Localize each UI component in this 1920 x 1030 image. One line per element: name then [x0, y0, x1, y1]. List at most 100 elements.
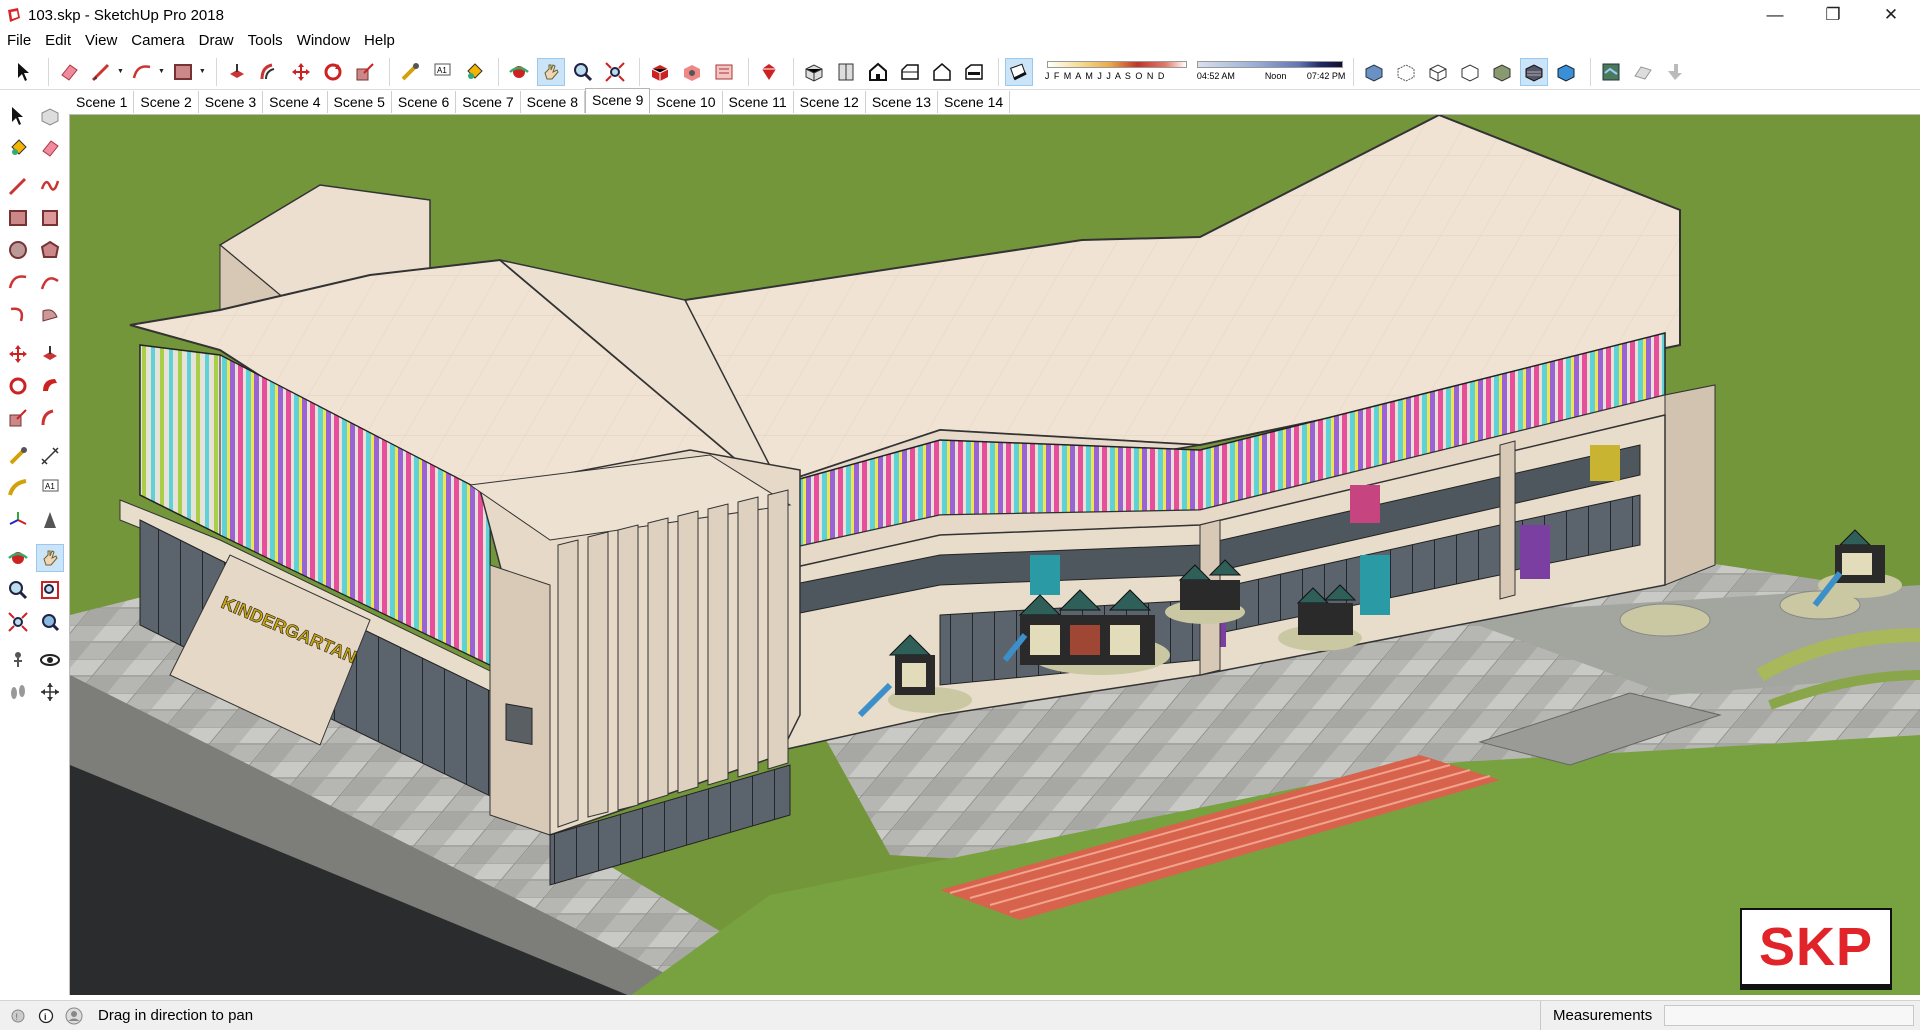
text-tool-icon[interactable]: A1 [36, 474, 64, 502]
left-view-icon[interactable] [960, 58, 988, 86]
arc-tool-icon[interactable] [4, 268, 32, 296]
shadow-date-bar[interactable] [1046, 60, 1187, 68]
zoom-extents-tool-icon[interactable] [4, 608, 32, 636]
paint-bucket-tool-icon[interactable] [4, 134, 32, 162]
shaded-with-textures-style-icon[interactable] [1519, 57, 1548, 86]
menu-view[interactable]: View [78, 30, 124, 52]
top-view-icon[interactable] [832, 58, 860, 86]
photo-textures-icon[interactable] [1661, 58, 1689, 86]
toggle-terrain-icon[interactable] [1629, 58, 1657, 86]
rectangle-tool-icon[interactable] [169, 58, 197, 86]
previous-view-icon[interactable] [36, 608, 64, 636]
tape-measure-tool-icon[interactable] [396, 58, 424, 86]
scale-tool-icon[interactable] [351, 58, 379, 86]
wireframe-style-icon[interactable] [1424, 58, 1452, 86]
scene-tab-12[interactable]: Scene 12 [794, 91, 866, 113]
pan-tool-icon[interactable] [536, 57, 565, 86]
chevron-down-icon[interactable]: ▼ [158, 68, 165, 75]
tape-measure-tool-icon[interactable] [4, 442, 32, 470]
menu-draw[interactable]: Draw [192, 30, 241, 52]
minimize-button[interactable]: — [1746, 0, 1804, 30]
chevron-down-icon[interactable]: ▼ [199, 68, 206, 75]
zoom-window-tool-icon[interactable] [36, 576, 64, 604]
hidden-line-style-icon[interactable] [1456, 58, 1484, 86]
menu-window[interactable]: Window [290, 30, 357, 52]
add-location-icon[interactable] [1597, 58, 1625, 86]
scene-tab-13[interactable]: Scene 13 [866, 91, 939, 113]
back-edges-style-icon[interactable] [1392, 58, 1420, 86]
look-around-icon[interactable] [36, 646, 64, 674]
line-tool-icon[interactable] [4, 172, 32, 200]
pie-tool-icon[interactable] [36, 300, 64, 328]
orbit-tool-icon[interactable] [505, 58, 533, 86]
user-account-icon[interactable] [64, 1006, 84, 1026]
3d-text-tool-icon[interactable] [36, 506, 64, 534]
drawing-viewport[interactable]: KINDERGARTAN SKP [69, 114, 1920, 995]
two-point-arc-tool-icon[interactable] [36, 268, 64, 296]
orbit-tool-icon[interactable] [4, 544, 32, 572]
three-point-arc-tool-icon[interactable] [4, 300, 32, 328]
polygon-tool-icon[interactable] [36, 236, 64, 264]
rotated-rectangle-tool-icon[interactable] [36, 204, 64, 232]
scene-tab-4[interactable]: Scene 4 [263, 91, 328, 113]
zoom-tool-icon[interactable] [4, 576, 32, 604]
measurements-input[interactable] [1664, 1005, 1914, 1026]
scene-tab-2[interactable]: Scene 2 [134, 91, 199, 113]
menu-tools[interactable]: Tools [241, 30, 290, 52]
menu-file[interactable]: File [0, 30, 38, 52]
move-tool-icon[interactable] [4, 340, 32, 368]
make-component-icon[interactable] [36, 102, 64, 130]
scene-tab-7[interactable]: Scene 7 [456, 91, 521, 113]
right-view-icon[interactable] [896, 58, 924, 86]
credits-info-icon[interactable]: i [36, 1006, 56, 1026]
rotate-tool-icon[interactable] [319, 58, 347, 86]
extension-manager-icon[interactable] [755, 58, 783, 86]
dimension-tool-icon[interactable] [36, 442, 64, 470]
section-plane-icon[interactable] [36, 678, 64, 706]
freehand-tool-icon[interactable] [36, 172, 64, 200]
zoom-tool-icon[interactable] [569, 58, 597, 86]
push-pull-tool-icon[interactable] [223, 58, 251, 86]
offset-tool-icon[interactable] [255, 58, 283, 86]
monochrome-style-icon[interactable] [1552, 58, 1580, 86]
select-tool-icon[interactable] [4, 102, 32, 130]
offset-tool-icon[interactable] [36, 404, 64, 432]
shadow-time-slider[interactable]: 04:52 AM Noon 07:42 PM [1196, 57, 1347, 87]
extension-warehouse-icon[interactable] [678, 58, 706, 86]
axes-tool-icon[interactable] [4, 506, 32, 534]
menu-edit[interactable]: Edit [38, 30, 78, 52]
arc-tool-icon[interactable] [128, 58, 156, 86]
send-to-layout-icon[interactable] [710, 58, 738, 86]
position-camera-icon[interactable] [4, 646, 32, 674]
scene-tab-5[interactable]: Scene 5 [328, 91, 392, 113]
rectangle-tool-icon[interactable] [4, 204, 32, 232]
follow-me-tool-icon[interactable] [36, 372, 64, 400]
eraser-tool-icon[interactable] [55, 58, 83, 86]
scene-tab-9[interactable]: Scene 9 [585, 88, 651, 113]
pan-tool-icon[interactable] [36, 544, 64, 572]
scene-tab-1[interactable]: Scene 1 [70, 91, 135, 113]
3d-warehouse-icon[interactable] [646, 58, 674, 86]
line-tool-icon[interactable] [87, 58, 115, 86]
front-view-icon[interactable] [864, 58, 892, 86]
circle-tool-icon[interactable] [4, 236, 32, 264]
paint-bucket-tool-icon[interactable] [460, 58, 488, 86]
scene-tab-3[interactable]: Scene 3 [199, 91, 264, 113]
select-tool-icon[interactable] [10, 58, 38, 86]
restore-button[interactable]: ❐ [1804, 0, 1862, 30]
zoom-extents-tool-icon[interactable] [601, 58, 629, 86]
scene-tab-14[interactable]: Scene 14 [938, 91, 1011, 113]
geolocation-icon[interactable]: ! [8, 1006, 28, 1026]
walk-tool-icon[interactable] [4, 678, 32, 706]
chevron-down-icon[interactable]: ▼ [117, 68, 124, 75]
move-tool-icon[interactable] [287, 58, 315, 86]
close-button[interactable]: ✕ [1862, 0, 1920, 30]
scene-tab-10[interactable]: Scene 10 [650, 91, 723, 113]
menu-camera[interactable]: Camera [124, 30, 191, 52]
shadow-time-bar[interactable] [1196, 60, 1343, 68]
rotate-tool-icon[interactable] [4, 372, 32, 400]
iso-view-icon[interactable] [800, 58, 828, 86]
shaded-style-icon[interactable] [1488, 58, 1516, 86]
scene-tab-6[interactable]: Scene 6 [392, 91, 457, 113]
text-tool-icon[interactable]: A1 [428, 58, 456, 86]
